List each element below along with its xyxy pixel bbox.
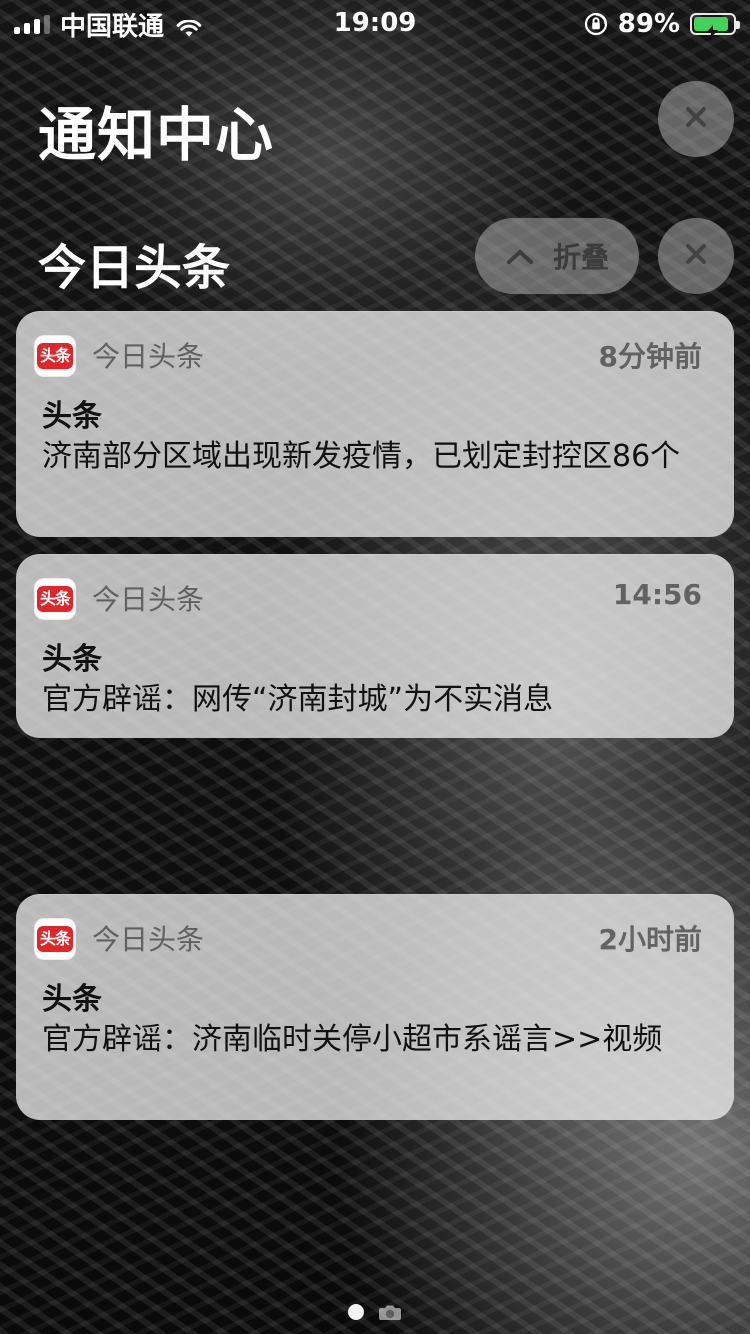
app-name: 今日头条 xyxy=(92,583,205,616)
notification-header: 头条 今日头条 14:56 xyxy=(16,554,734,640)
app-icon: 头条 xyxy=(34,918,76,960)
clear-group-button[interactable] xyxy=(658,218,734,294)
close-icon xyxy=(681,239,711,273)
app-name: 今日头条 xyxy=(92,340,205,373)
clear-all-button[interactable] xyxy=(658,81,734,157)
notification-header: 头条 今日头条 8分钟前 xyxy=(16,311,734,397)
close-icon xyxy=(681,102,711,136)
notification-body: 头条 官方辟谣：济南临时关停小超市系谣言>>视频 xyxy=(16,980,734,1086)
notification-card[interactable]: 头条 今日头条 2小时前 头条 官方辟谣：济南临时关停小超市系谣言>>视频 xyxy=(16,894,734,1120)
app-icon-badge: 头条 xyxy=(37,926,73,952)
battery-icon xyxy=(690,13,740,39)
notification-time: 8分钟前 xyxy=(598,340,702,373)
collapse-label: 折叠 xyxy=(552,241,609,274)
notification-card[interactable]: 头条 今日头条 8分钟前 头条 济南部分区域出现新发疫情，已划定封控区86个 xyxy=(16,311,734,537)
group-title: 今日头条 xyxy=(38,240,231,296)
app-icon-badge: 头条 xyxy=(37,586,73,612)
status-right: 89% xyxy=(584,8,740,40)
notification-title: 头条 xyxy=(42,399,102,434)
notification-body: 头条 官方辟谣：网传“济南封城”为不实消息 xyxy=(16,640,734,738)
notification-message: 官方辟谣：网传“济南封城”为不实消息 xyxy=(42,682,554,717)
app-name: 今日头条 xyxy=(92,923,205,956)
notification-card[interactable]: 头条 今日头条 14:56 头条 官方辟谣：网传“济南封城”为不实消息 xyxy=(16,554,734,738)
page-dot[interactable] xyxy=(348,1304,364,1320)
chevron-up-icon xyxy=(505,240,535,273)
collapse-button[interactable]: 折叠 xyxy=(475,218,639,294)
notification-message: 官方辟谣：济南临时关停小超市系谣言>>视频 xyxy=(42,1022,663,1057)
notification-center-title: 通知中心 xyxy=(38,101,275,169)
charging-bolt-icon xyxy=(706,16,718,39)
page-indicators xyxy=(0,1300,750,1324)
app-icon-badge: 头条 xyxy=(37,343,73,369)
battery-percentage: 89% xyxy=(617,9,680,39)
orientation-lock-icon xyxy=(584,12,608,36)
app-icon: 头条 xyxy=(34,578,76,620)
camera-icon[interactable] xyxy=(378,1303,402,1321)
notification-title: 头条 xyxy=(42,982,102,1017)
notification-body: 头条 济南部分区域出现新发疫情，已划定封控区86个 xyxy=(16,397,734,503)
status-bar: 中国联通 19:09 89% xyxy=(0,0,750,48)
notification-title: 头条 xyxy=(42,642,102,677)
notification-time: 2小时前 xyxy=(598,923,702,956)
notification-message: 济南部分区域出现新发疫情，已划定封控区86个 xyxy=(42,439,681,474)
app-icon: 头条 xyxy=(34,335,76,377)
notification-header: 头条 今日头条 2小时前 xyxy=(16,894,734,980)
notification-time: 14:56 xyxy=(612,578,702,611)
